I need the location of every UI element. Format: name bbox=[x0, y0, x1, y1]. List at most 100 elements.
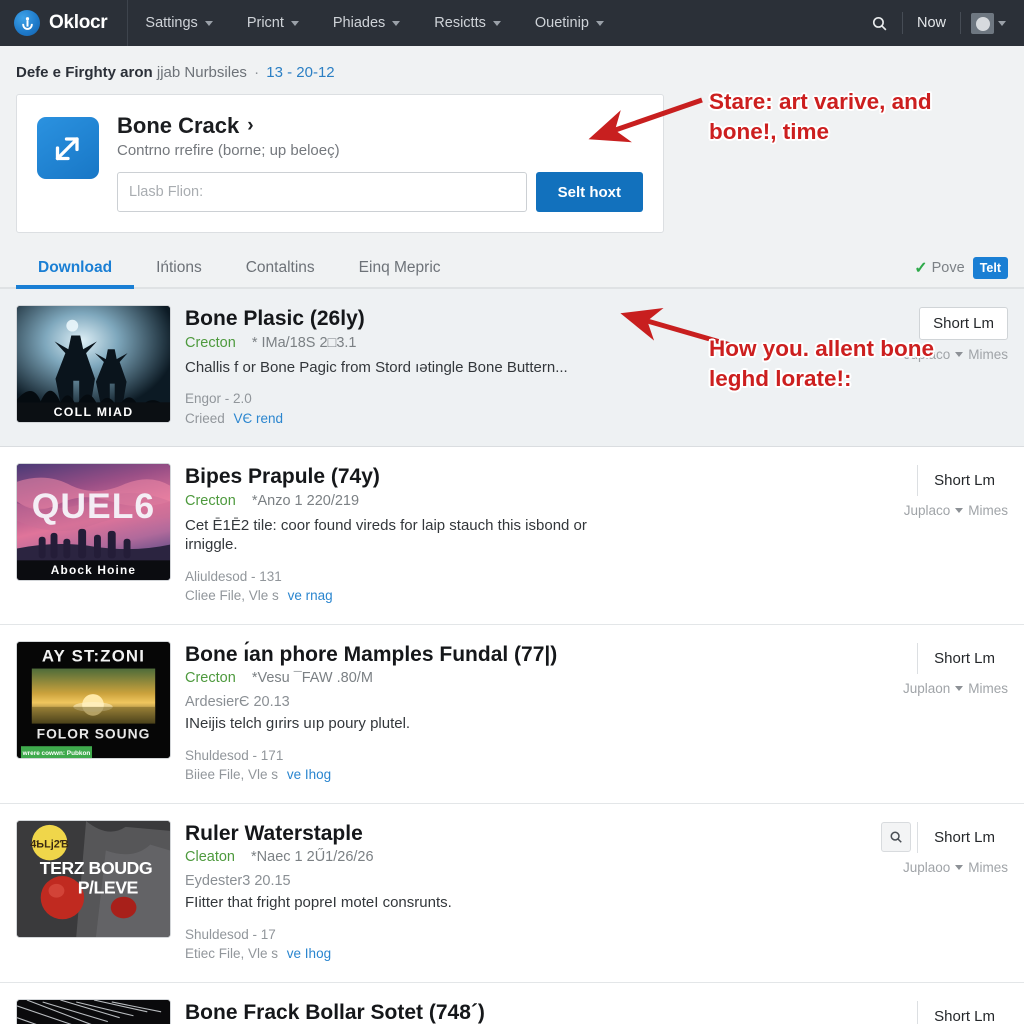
result-description: INeijis telch gırirs uıp poury plutel. bbox=[185, 715, 411, 733]
search-icon[interactable] bbox=[862, 0, 898, 46]
result-foot-link[interactable]: VЄ rend bbox=[234, 411, 283, 426]
result-sub1: Shuldesod - 17 bbox=[185, 926, 276, 942]
nav-item-label: Sattings bbox=[145, 15, 198, 31]
nav-item-label: Resictts bbox=[434, 15, 486, 31]
prove-label: Рove bbox=[931, 260, 965, 276]
result-meta-extra: *Naec 1 2Ű1/26/26 bbox=[251, 849, 374, 866]
result-body: Bone ı́an phore Mamples Fundal (77|) Cre… bbox=[185, 641, 844, 785]
table-row[interactable]: QUEL6 Abock Hoine Bipes Prapule (74y) Cr… bbox=[0, 447, 1024, 625]
brand-logo[interactable]: Oklocr bbox=[0, 0, 129, 46]
result-foot-link[interactable]: ve Іhog bbox=[287, 767, 331, 782]
breadcrumb: Defe e Firghty aron jjab Nurbsiles · 13 … bbox=[0, 46, 1024, 94]
table-row[interactable]: Bone Frack Bollar Sotet (748´) Short Lm bbox=[0, 983, 1024, 1024]
thumb-title: QUEL6 bbox=[32, 486, 155, 526]
breadcrumb-link[interactable]: 13 - 20-12 bbox=[266, 64, 334, 81]
result-thumbnail[interactable]: 4Ƅǈ2Ɓ TERZ BOUDG P/LEVE bbox=[16, 819, 171, 938]
search-icon[interactable] bbox=[881, 822, 912, 853]
result-foot-text: Etiec File, Vle s bbox=[185, 946, 279, 962]
promo-form: Selt hoxt bbox=[117, 172, 643, 212]
table-row[interactable]: COLL MIAD Bone Plasic (26ly) Crecton * I… bbox=[0, 289, 1024, 448]
page-container: Defe e Firghty aron jjab Nurbsiles · 13 … bbox=[0, 46, 1024, 1024]
table-row[interactable]: AY ST:ZONI FOLOR SOUNG wrere cowwn: Pubk… bbox=[0, 625, 1024, 804]
result-foot-text: Cliee File, Vle s bbox=[185, 588, 279, 604]
telt-badge[interactable]: Telt bbox=[972, 257, 1008, 279]
nav-item-sattings[interactable]: Sattings bbox=[128, 0, 229, 46]
result-dropdown[interactable]: Juplaco Mimes bbox=[904, 503, 1008, 518]
anchor-circle-icon bbox=[14, 10, 40, 36]
result-title[interactable]: Bone Frack Bollar Sotet (748´) bbox=[185, 1001, 844, 1024]
result-description: Challis f or Bone Pagic from Stord ıətin… bbox=[185, 358, 568, 376]
short-lm-button[interactable]: Short Lm bbox=[919, 307, 1008, 340]
result-meta-extra: * IMa/18S 2□3.1 bbox=[251, 334, 357, 351]
result-dropdown-label: Juplaon bbox=[902, 680, 951, 696]
result-thumbnail[interactable]: COLL MIAD bbox=[16, 305, 171, 423]
result-action-top: Short Lm bbox=[881, 821, 1008, 853]
promo-input[interactable] bbox=[117, 172, 527, 212]
result-sub1: Aliuldesod - 131 bbox=[185, 568, 282, 584]
result-dropdown-label2: Mimes bbox=[968, 859, 1008, 875]
tab-contaltins[interactable]: Contaltins bbox=[224, 259, 337, 287]
nav-item-phiades[interactable]: Phiades bbox=[316, 0, 417, 46]
avatar-menu[interactable] bbox=[965, 12, 1010, 34]
result-description-extra: Eydester3 20.15 bbox=[185, 873, 291, 890]
promo-card: Bone Crack › Contrno rrefire (borne; up … bbox=[16, 94, 664, 233]
nav-item-pricnt[interactable]: Pricnt bbox=[230, 0, 316, 46]
result-dropdown[interactable]: Juplaon Mimes bbox=[903, 681, 1008, 696]
result-dropdown-label: Juplaco bbox=[903, 347, 951, 362]
result-foot-link[interactable]: ve Іhog bbox=[287, 946, 331, 961]
nav-item-label: Ouetinip bbox=[534, 15, 589, 31]
result-body: Bone Plasic (26ly) Crecton * IMa/18S 2□3… bbox=[185, 305, 844, 428]
result-actions: Short Lm Juplaco Mimes bbox=[858, 463, 1008, 606]
result-title[interactable]: Ruler Waterstaple bbox=[185, 822, 844, 846]
promo-submit-button[interactable]: Selt hoxt bbox=[535, 172, 643, 212]
tab-intions[interactable]: Ińtions bbox=[134, 259, 224, 287]
chevron-down-icon bbox=[955, 864, 964, 870]
annotation-text-1: Stare: art varive, and bone!, time bbox=[709, 89, 932, 144]
result-foot-link[interactable]: ve rnag bbox=[288, 588, 333, 603]
result-meta: Crecton * IMa/18S 2□3.1 bbox=[185, 335, 844, 351]
result-dropdown[interactable]: Juplaco Mimes bbox=[904, 347, 1008, 362]
result-body: Bone Frack Bollar Sotet (748´) bbox=[185, 999, 844, 1024]
external-link-icon bbox=[37, 117, 99, 179]
result-title[interactable]: Bipes Prapule (74y) bbox=[185, 465, 844, 489]
result-creator: Crecton bbox=[185, 670, 236, 687]
tabs-bar: Download Ińtions Contaltins Einq Mepric … bbox=[0, 245, 1024, 289]
tab-einq-mepric[interactable]: Einq Mepric bbox=[337, 259, 463, 287]
thumb-badge: wrere cowwn: Pubkon bbox=[22, 750, 91, 757]
chevron-down-icon bbox=[998, 20, 1006, 26]
top-navbar: Oklocr Sattings Pricnt Phiades Resictts … bbox=[0, 0, 1024, 46]
result-body: Ruler Waterstaple Cleaton *Naec 1 2Ű1/26… bbox=[185, 820, 844, 964]
result-actions: Short Lm bbox=[858, 999, 1008, 1024]
result-dropdown[interactable]: Juplaoo Mimes bbox=[903, 860, 1008, 875]
nav-item-ouetinip[interactable]: Ouetinip bbox=[518, 0, 621, 46]
result-foot-text: Crieed bbox=[185, 410, 225, 426]
now-button[interactable]: Now bbox=[907, 15, 956, 31]
short-lm-button[interactable]: Short Lm bbox=[917, 821, 1008, 853]
result-meta-extra: *Anzo 1 220/219 bbox=[251, 492, 360, 509]
result-title[interactable]: Bone Plasic (26ly) bbox=[185, 307, 844, 331]
result-description-extra: ArdesierЄ 20.13 bbox=[185, 694, 290, 711]
result-thumbnail[interactable]: AY ST:ZONI FOLOR SOUNG wrere cowwn: Pubk… bbox=[16, 640, 171, 759]
breadcrumb-dot: · bbox=[254, 64, 260, 81]
result-meta: Cleaton *Naec 1 2Ű1/26/26 bbox=[185, 849, 844, 865]
tab-download[interactable]: Download bbox=[16, 259, 135, 289]
result-actions: Short Lm Juplaco Mimes bbox=[858, 305, 1008, 428]
result-body: Bipes Prapule (74y) Crecton *Anzo 1 220/… bbox=[185, 463, 844, 606]
prove-button[interactable]: ✓ Рove bbox=[914, 258, 964, 278]
result-meta: Crecton *Anzo 1 220/219 bbox=[185, 493, 844, 509]
result-footer: Engor - 2.0 Crieed VЄ rend bbox=[185, 389, 844, 428]
result-thumbnail[interactable] bbox=[16, 998, 171, 1024]
chevron-down-icon bbox=[955, 352, 964, 357]
short-lm-button[interactable]: Short Lm bbox=[917, 465, 1008, 497]
divider bbox=[960, 12, 961, 34]
nav-item-label: Pricnt bbox=[246, 15, 284, 31]
result-title[interactable]: Bone ı́an phore Mamples Fundal (77|) bbox=[185, 643, 844, 667]
chevron-down-icon bbox=[492, 20, 501, 26]
result-thumbnail[interactable]: QUEL6 Abock Hoine bbox=[16, 463, 171, 582]
table-row[interactable]: 4Ƅǈ2Ɓ TERZ BOUDG P/LEVE Ruler Waterstapl… bbox=[0, 804, 1024, 983]
short-lm-button[interactable]: Short Lm bbox=[917, 642, 1008, 674]
promo-title-row[interactable]: Bone Crack › bbox=[117, 113, 643, 139]
nav-item-resictts[interactable]: Resictts bbox=[417, 0, 518, 46]
short-lm-button[interactable]: Short Lm bbox=[917, 1000, 1008, 1024]
brand-name: Oklocr bbox=[49, 12, 108, 33]
